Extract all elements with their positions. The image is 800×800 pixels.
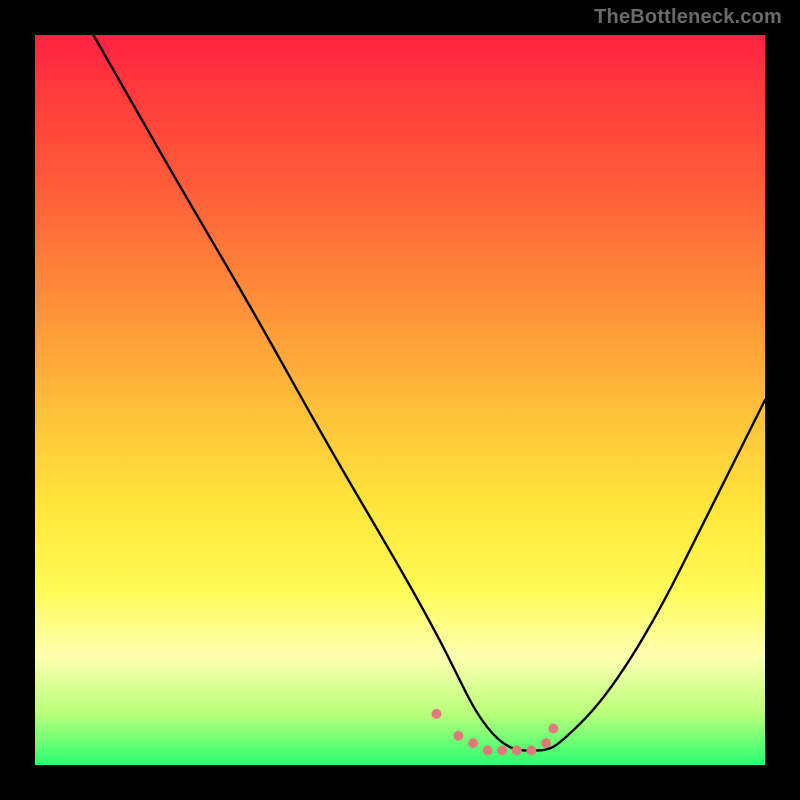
plot-area	[35, 35, 765, 765]
bottleneck-curve	[93, 35, 765, 750]
chart-frame: TheBottleneck.com	[0, 0, 800, 800]
marker-point	[541, 738, 551, 748]
attribution-label: TheBottleneck.com	[594, 6, 782, 29]
marker-point	[468, 738, 478, 748]
marker-point	[483, 745, 493, 755]
curve-layer	[35, 35, 765, 765]
marker-point	[497, 745, 507, 755]
marker-point	[453, 731, 463, 741]
marker-point	[512, 745, 522, 755]
marker-point	[548, 724, 558, 734]
flat-bottom-markers	[432, 709, 559, 756]
marker-point	[526, 745, 536, 755]
marker-point	[432, 709, 442, 719]
